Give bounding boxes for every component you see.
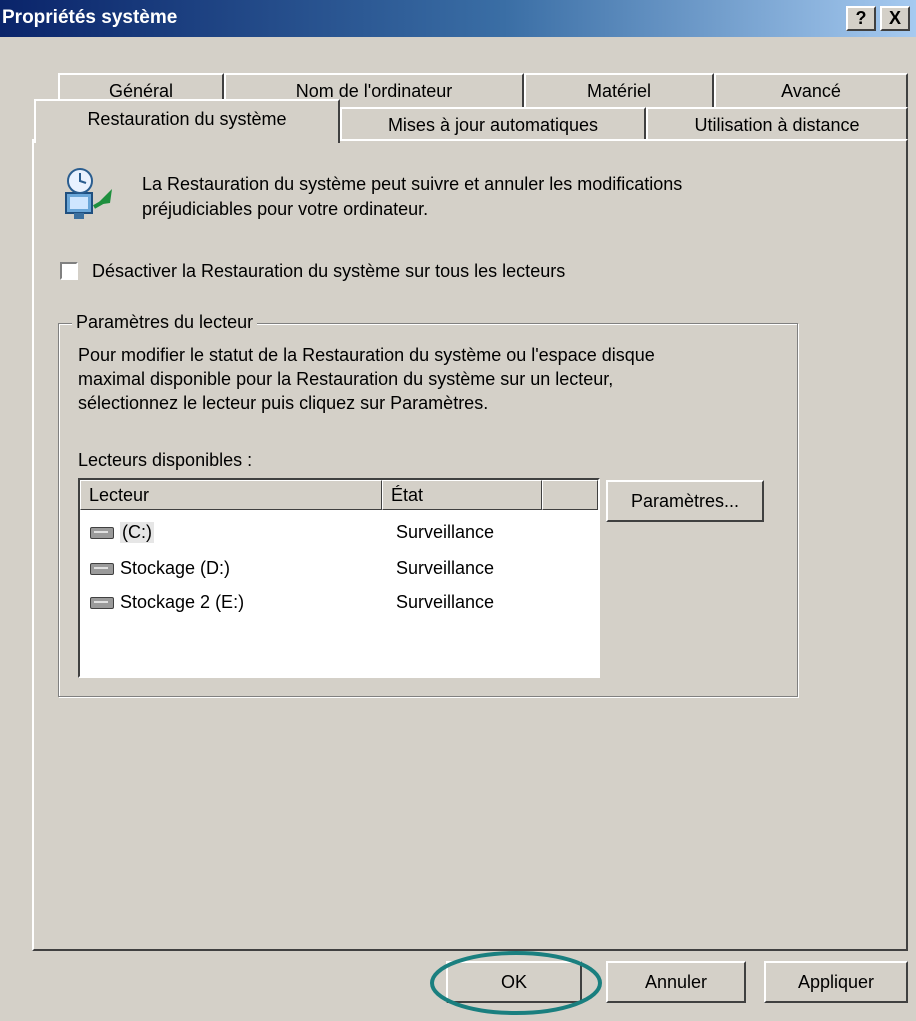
- column-header-drive[interactable]: Lecteur: [80, 480, 382, 510]
- close-button[interactable]: X: [880, 6, 910, 31]
- intro-text-2: préjudiciables pour votre ordinateur.: [142, 199, 429, 219]
- drives-listview[interactable]: Lecteur État (C:) Surveillance Stockage …: [78, 478, 600, 678]
- drive-icon: [90, 597, 114, 609]
- drive-name: Stockage (D:): [120, 558, 231, 578]
- column-header-status[interactable]: État: [382, 480, 542, 510]
- tab-hardware[interactable]: Matériel: [524, 73, 714, 107]
- list-item[interactable]: Stockage 2 (E:) Surveillance: [80, 590, 598, 616]
- title-bar: Propriétés système ? X: [0, 0, 916, 37]
- drive-icon: [90, 563, 114, 575]
- group-text-2: maximal disponible pour la Restauration …: [78, 369, 614, 389]
- help-button[interactable]: ?: [846, 6, 876, 31]
- tab-system-restore[interactable]: Restauration du système: [34, 99, 340, 143]
- tab-remote[interactable]: Utilisation à distance: [646, 107, 908, 141]
- drive-status: Surveillance: [396, 558, 495, 578]
- drive-name: Stockage 2 (E:): [120, 592, 245, 612]
- drive-status: Surveillance: [396, 592, 495, 612]
- tab-advanced[interactable]: Avancé: [714, 73, 908, 107]
- drive-icon: [90, 527, 114, 539]
- drives-label: Lecteurs disponibles :: [78, 450, 253, 470]
- disable-restore-checkbox[interactable]: [60, 262, 78, 280]
- drive-status: Surveillance: [396, 522, 495, 542]
- list-item[interactable]: (C:) Surveillance: [80, 520, 598, 546]
- intro-text: La Restauration du système peut suivre e…: [142, 174, 683, 194]
- group-title: Paramètres du lecteur: [72, 312, 258, 333]
- list-item[interactable]: Stockage (D:) Surveillance: [80, 556, 598, 582]
- disable-restore-label[interactable]: Désactiver la Restauration du système su…: [92, 261, 565, 282]
- apply-button[interactable]: Appliquer: [764, 961, 908, 1003]
- group-text-1: Pour modifier le statut de la Restaurati…: [78, 345, 655, 365]
- system-restore-icon: [56, 163, 120, 227]
- tab-automatic-updates[interactable]: Mises à jour automatiques: [340, 107, 646, 141]
- cancel-button[interactable]: Annuler: [606, 961, 746, 1003]
- group-text-3: sélectionnez le lecteur puis cliquez sur…: [78, 393, 489, 413]
- window-title: Propriétés système: [2, 7, 178, 28]
- drive-name: (C:): [120, 522, 154, 543]
- column-header-empty[interactable]: [542, 480, 598, 510]
- ok-button[interactable]: OK: [446, 961, 582, 1003]
- settings-button[interactable]: Paramètres...: [606, 480, 764, 522]
